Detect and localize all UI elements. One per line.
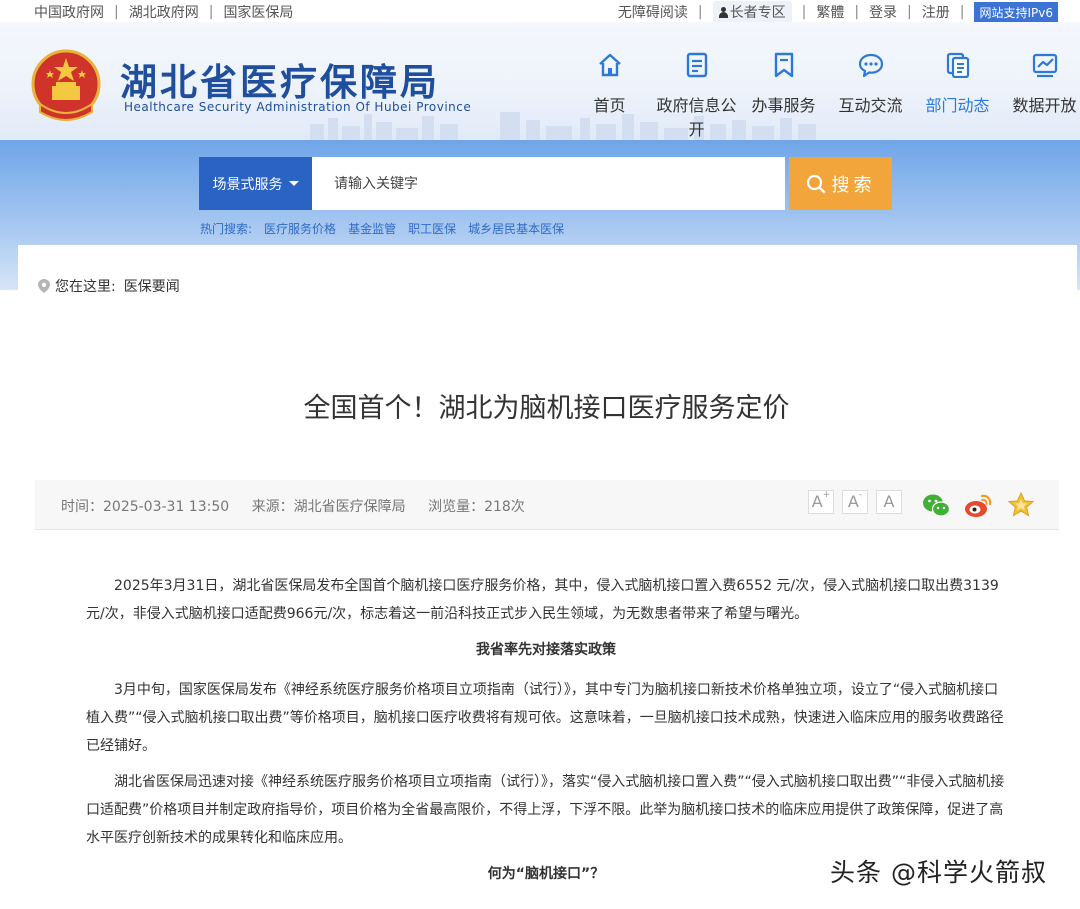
breadcrumb: 您在这里: 医保要闻 <box>38 276 180 296</box>
article-paragraph: 3月中旬，国家医保局发布《神经系统医疗服务价格项目立项指南（试行）》，其中专门为… <box>86 682 1004 754</box>
nav-interaction[interactable]: 互动交流 <box>827 50 914 140</box>
nav-open-data[interactable]: 数据开放 <box>1001 50 1080 140</box>
article-meta-bar: 时间：2025-03-31 13:50 来源：湖北省医疗保障局 浏览量：218次… <box>35 480 1059 530</box>
home-icon <box>566 50 653 80</box>
divider: | <box>697 4 703 20</box>
article-paragraph: 湖北省医保局迅速对接《神经系统医疗服务价格项目立项指南（试行）》，落实“侵入式脑… <box>86 774 1005 846</box>
font-decrease-button[interactable]: A- <box>842 490 868 514</box>
bookmark-icon <box>740 50 827 80</box>
nav-label: 数据开放 <box>1012 96 1077 115</box>
divider: | <box>854 4 860 20</box>
article-paragraph: 2025年3月31日，湖北省医保局发布全国首个脑机接口医疗服务价格，其中，侵入式… <box>86 578 999 622</box>
article-source: 来源：湖北省医疗保障局 <box>251 499 406 515</box>
caret-down-icon <box>288 181 299 186</box>
chart-icon <box>1001 50 1080 80</box>
nav-label: 部门动态 <box>925 96 990 115</box>
hot-search-label: 热门搜索: <box>200 222 253 236</box>
accessibility-link[interactable]: 无障碍阅读 <box>618 2 688 22</box>
weibo-share-icon[interactable] <box>963 490 993 520</box>
nav-home[interactable]: 首页 <box>566 50 653 140</box>
search-icon <box>806 174 825 193</box>
site-header: 湖北省医疗保障局 Healthcare Security Administrat… <box>0 22 1080 140</box>
article-body: 2025年3月31日，湖北省医保局发布全国首个脑机接口医疗服务价格，其中，侵入式… <box>86 572 1006 900</box>
hot-term-link[interactable]: 医疗服务价格 <box>264 220 336 237</box>
nav-gov-info[interactable]: 政府信息公开 <box>653 50 740 140</box>
top-tools: 无障碍阅读 | 长者专区 | 繁體 | 登录 | 注册 | 网站支持IPv6 <box>618 1 1058 23</box>
site-subtitle: Healthcare Security Administration Of Hu… <box>124 100 472 114</box>
elder-zone-link[interactable]: 长者专区 <box>712 1 792 23</box>
breadcrumb-label: 您在这里: <box>55 279 116 295</box>
view-count: 浏览量：218次 <box>428 499 525 515</box>
article-title: 全国首个！湖北为脑机接口医疗服务定价 <box>303 393 790 424</box>
link-gov-cn[interactable]: 中国政府网 <box>34 2 104 22</box>
font-reset-button[interactable]: A <box>876 490 902 514</box>
register-link[interactable]: 注册 <box>922 2 950 22</box>
divider: | <box>114 4 119 20</box>
elder-zone-label: 长者专区 <box>729 5 786 21</box>
scene-service-dropdown[interactable]: 场景式服务 <box>199 157 312 210</box>
site-title[interactable]: 湖北省医疗保障局 <box>120 52 440 106</box>
document-icon <box>653 50 740 80</box>
chat-icon <box>827 50 914 80</box>
font-increase-button[interactable]: A+ <box>808 490 834 514</box>
location-pin-icon <box>38 279 50 293</box>
main-nav: 首页 政府信息公开 办事服务 互动交流 部门动态 数据开放 <box>566 50 1080 140</box>
national-emblem-icon <box>31 49 101 121</box>
nav-label: 政府信息公开 <box>656 96 737 139</box>
hot-term-link[interactable]: 城乡居民基本医保 <box>468 220 564 237</box>
favorite-star-icon[interactable] <box>1006 490 1036 520</box>
top-bar: 中国政府网 | 湖北政府网 | 国家医保局 无障碍阅读 | 长者专区 | 繁體 … <box>0 0 1080 23</box>
divider: | <box>907 4 912 20</box>
nav-services[interactable]: 办事服务 <box>740 50 827 140</box>
link-hubei-gov[interactable]: 湖北政府网 <box>129 2 199 22</box>
hot-term-link[interactable]: 职工医保 <box>408 220 456 237</box>
nav-label: 办事服务 <box>751 96 816 115</box>
search-button-label: 搜索 <box>831 174 876 196</box>
nav-dept-news[interactable]: 部门动态 <box>914 50 1001 140</box>
divider: | <box>208 4 214 20</box>
hot-search: 热门搜索: 医疗服务价格 基金监管 职工医保 城乡居民基本医保 <box>200 220 576 237</box>
traditional-chinese-link[interactable]: 繁體 <box>816 2 844 22</box>
search-button[interactable]: 搜索 <box>789 157 892 210</box>
login-link[interactable]: 登录 <box>869 2 897 22</box>
article-meta: 时间：2025-03-31 13:50 来源：湖北省医疗保障局 浏览量：218次 <box>61 496 543 516</box>
top-links: 中国政府网 | 湖北政府网 | 国家医保局 <box>34 2 293 22</box>
divider: | <box>959 4 965 20</box>
wechat-share-icon[interactable] <box>921 490 951 520</box>
ipv6-badge[interactable]: 网站支持IPv6 <box>974 1 1058 23</box>
publish-time: 时间：2025-03-31 13:50 <box>61 499 230 515</box>
files-icon <box>914 50 1001 80</box>
divider: | <box>801 4 807 20</box>
breadcrumb-section[interactable]: 医保要闻 <box>124 276 180 296</box>
article-subheading: 我省率先对接落实政策 <box>476 642 616 658</box>
link-nhsa[interactable]: 国家医保局 <box>223 2 293 22</box>
nav-label: 互动交流 <box>838 96 903 115</box>
watermark: 头条 @科学火箭叔 <box>830 858 1047 887</box>
nav-label: 首页 <box>593 96 626 115</box>
scene-service-label: 场景式服务 <box>212 176 283 193</box>
person-icon <box>718 6 728 18</box>
hot-term-link[interactable]: 基金监管 <box>348 220 396 237</box>
search-input[interactable] <box>312 157 785 210</box>
